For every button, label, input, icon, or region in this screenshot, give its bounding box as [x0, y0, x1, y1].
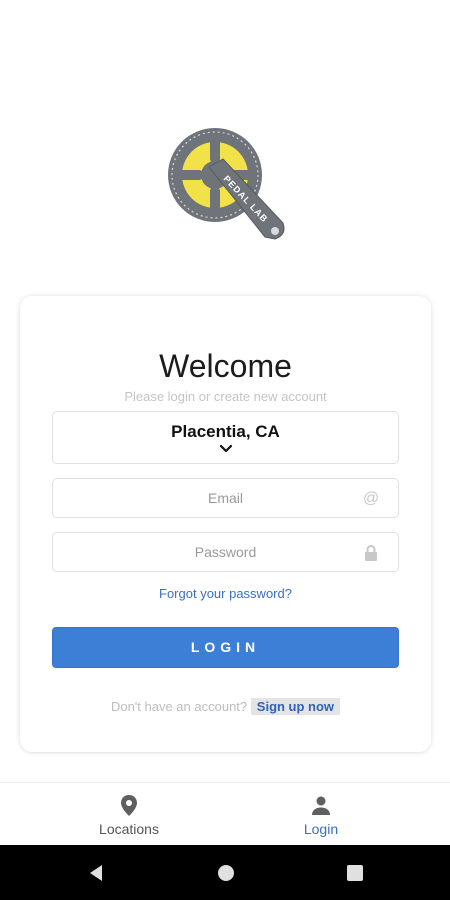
location-selected-value: Placentia, CA	[171, 422, 280, 441]
password-field-container	[52, 532, 399, 572]
location-pin-icon	[121, 795, 137, 816]
signup-row: Don't have an account? Sign up now	[20, 698, 431, 715]
pedal-lab-logo: PEDAL LAB	[165, 125, 290, 250]
crankset-icon: PEDAL LAB	[168, 128, 285, 240]
nav-item-login[interactable]: Login	[251, 783, 391, 846]
forgot-password-link[interactable]: Forgot your password?	[20, 586, 431, 601]
email-field-container: @	[52, 478, 399, 518]
home-icon[interactable]	[216, 863, 236, 883]
signup-question: Don't have an account?	[110, 699, 248, 714]
person-icon	[312, 796, 330, 815]
page-title: Welcome	[159, 348, 292, 384]
recent-apps-icon[interactable]	[345, 863, 365, 883]
back-icon[interactable]	[86, 863, 106, 883]
at-icon: @	[362, 490, 380, 507]
email-field[interactable]	[53, 479, 398, 517]
location-select[interactable]: Placentia, CA	[52, 411, 399, 464]
page-subtitle: Please login or create new account	[124, 389, 327, 404]
bottom-nav: Locations Login	[0, 782, 450, 845]
nav-item-locations[interactable]: Locations	[59, 783, 199, 846]
nav-item-label: Locations	[99, 821, 159, 837]
login-button[interactable]: LOGIN	[52, 627, 399, 668]
lock-icon	[365, 545, 377, 561]
chevron-down-icon	[219, 444, 233, 453]
nav-item-label: Login	[303, 821, 339, 837]
password-field[interactable]	[53, 533, 398, 571]
login-card: Welcome Please login or create new accou…	[20, 296, 431, 752]
sign-up-link[interactable]: Sign up now	[250, 698, 341, 715]
system-navigation-bar	[0, 845, 450, 900]
